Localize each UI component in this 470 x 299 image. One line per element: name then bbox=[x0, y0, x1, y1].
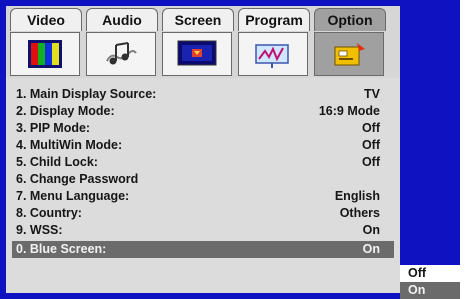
menu-item-child-lock[interactable]: 5. Child Lock: Off bbox=[12, 154, 394, 171]
menu-item-label: 5. Child Lock: bbox=[16, 155, 98, 169]
menu-item-blue-screen[interactable]: 0. Blue Screen: On bbox=[12, 241, 394, 258]
dropdown-option-off[interactable]: Off bbox=[400, 265, 460, 282]
menu-item-value: On bbox=[362, 242, 380, 256]
menu-item-wss[interactable]: 9. WSS: On bbox=[12, 222, 394, 239]
menu-item-label: 6. Change Password bbox=[16, 172, 139, 186]
menu-item-value: 16:9 Mode bbox=[318, 104, 380, 118]
menu-item-label: 3. PIP Mode: bbox=[16, 121, 91, 135]
menu-item-pip-mode[interactable]: 3. PIP Mode: Off bbox=[12, 120, 394, 137]
menu-item-country[interactable]: 8. Country: Others bbox=[12, 205, 394, 222]
menu-item-value: On bbox=[362, 223, 380, 237]
menu-item-label: 9. WSS: bbox=[16, 223, 63, 237]
program-icon[interactable] bbox=[238, 32, 308, 76]
menu-item-change-password[interactable]: 6. Change Password bbox=[12, 171, 394, 188]
menu-item-value: TV bbox=[364, 87, 380, 101]
color-bars-icon[interactable] bbox=[10, 32, 80, 76]
menu-item-value: Off bbox=[361, 155, 380, 169]
screen-icon[interactable] bbox=[162, 32, 232, 76]
menu-item-value: Off bbox=[361, 138, 380, 152]
dropdown-option-on[interactable]: On bbox=[400, 282, 460, 299]
tab-bar: Video Audio Screen Program Option bbox=[6, 6, 400, 78]
tab-option[interactable]: Option bbox=[314, 8, 386, 31]
tab-video[interactable]: Video bbox=[10, 8, 82, 31]
menu-item-value: Off bbox=[361, 121, 380, 135]
music-notes-icon[interactable] bbox=[86, 32, 156, 76]
option-menu-list: 1. Main Display Source: TV 2. Display Mo… bbox=[12, 86, 394, 258]
menu-item-multiwin-mode[interactable]: 4. MultiWin Mode: Off bbox=[12, 137, 394, 154]
menu-item-main-display-source[interactable]: 1. Main Display Source: TV bbox=[12, 86, 394, 103]
menu-item-value: English bbox=[334, 189, 380, 203]
menu-item-label: 4. MultiWin Mode: bbox=[16, 138, 123, 152]
menu-item-label: 8. Country: bbox=[16, 206, 82, 220]
option-menu-panel: Video Audio Screen Program Option 1. Mai… bbox=[6, 6, 400, 293]
menu-item-label: 0. Blue Screen: bbox=[16, 242, 107, 256]
menu-item-value: Others bbox=[339, 206, 380, 220]
menu-item-menu-language[interactable]: 7. Menu Language: English bbox=[12, 188, 394, 205]
menu-item-label: 7. Menu Language: bbox=[16, 189, 130, 203]
tab-screen[interactable]: Screen bbox=[162, 8, 234, 31]
tab-program[interactable]: Program bbox=[238, 8, 310, 31]
menu-item-label: 1. Main Display Source: bbox=[16, 87, 157, 101]
menu-item-label: 2. Display Mode: bbox=[16, 104, 115, 118]
tab-audio[interactable]: Audio bbox=[86, 8, 158, 31]
menu-item-display-mode[interactable]: 2. Display Mode: 16:9 Mode bbox=[12, 103, 394, 120]
option-icon[interactable] bbox=[314, 32, 384, 76]
blue-screen-dropdown: Off On bbox=[400, 265, 460, 299]
